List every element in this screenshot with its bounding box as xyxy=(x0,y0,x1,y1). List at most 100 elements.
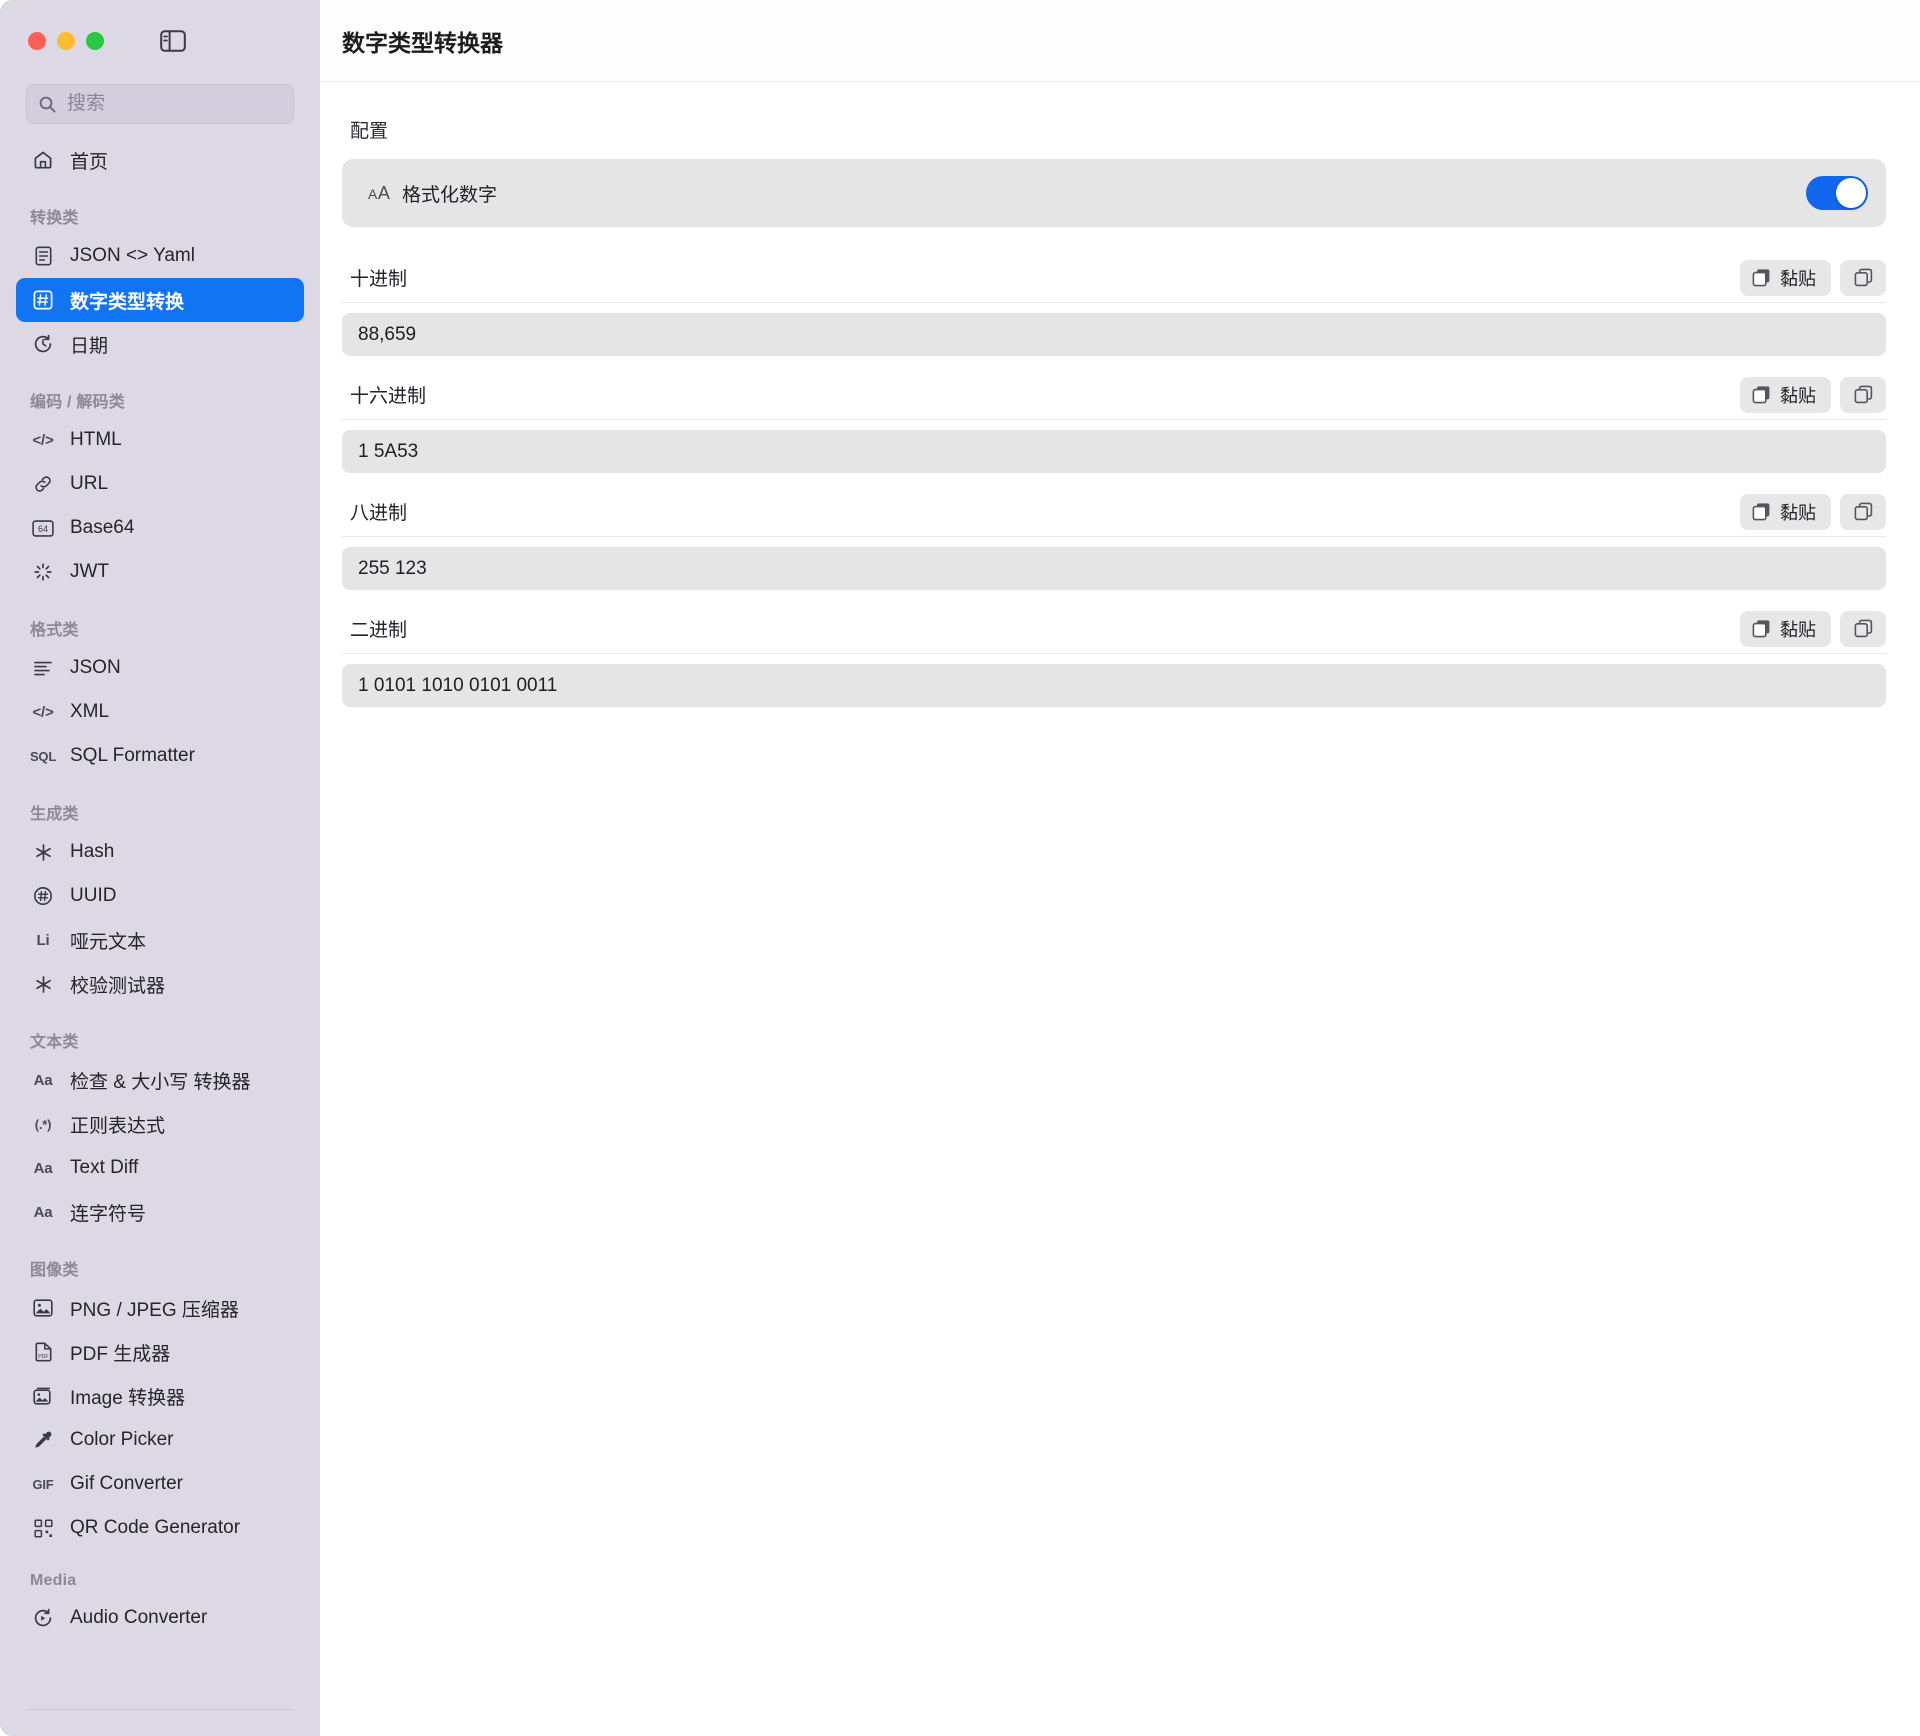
sidebar-item-text-diff[interactable]: Aa Text Diff xyxy=(16,1146,304,1190)
clock-rotate-icon xyxy=(30,334,56,354)
spinner-icon xyxy=(30,562,56,582)
sidebar-item-image-converter[interactable]: Image 转换器 xyxy=(16,1374,304,1418)
aa-text-icon: Aa xyxy=(33,1071,53,1089)
sidebar-item-gif-converter[interactable]: GIF Gif Converter xyxy=(16,1462,304,1506)
paste-button-hexadecimal[interactable]: 黏贴 xyxy=(1740,376,1831,413)
paste-icon xyxy=(1752,268,1771,287)
search-input[interactable] xyxy=(67,93,281,115)
sidebar-item-lorem-ipsum[interactable]: Li 哑元文本 xyxy=(16,918,304,962)
conversion-actions: 黏贴 xyxy=(1740,493,1886,530)
conversion-value-binary[interactable]: 1 0101 1010 0101 0011 xyxy=(342,664,1886,707)
sidebar-item-xml[interactable]: </> XML xyxy=(16,690,304,734)
sidebar-toggle-icon[interactable] xyxy=(158,28,188,54)
search-box[interactable] xyxy=(26,84,294,124)
code-brackets-icon: </> xyxy=(32,431,54,449)
sidebar-item-json-yaml[interactable]: JSON <> Yaml xyxy=(16,234,304,278)
content-area: 配置 AA 格式化数字 十进制 黏贴 88,659 十六进制 黏贴 1 5A53… xyxy=(320,82,1920,1736)
sidebar-item-json[interactable]: JSON xyxy=(16,646,304,690)
svg-text:PDF: PDF xyxy=(38,1354,48,1360)
copy-button-decimal[interactable] xyxy=(1840,259,1886,296)
conversion-header: 八进制 黏贴 xyxy=(342,487,1886,537)
paste-button-octal[interactable]: 黏贴 xyxy=(1740,493,1831,530)
sidebar-item-html[interactable]: </> HTML xyxy=(16,418,304,462)
sidebar-item-label: SQL Formatter xyxy=(70,745,195,766)
copy-icon xyxy=(1854,385,1873,404)
sidebar-item-home[interactable]: 首页 xyxy=(16,138,304,182)
sidebar-section-title: 文本类 xyxy=(30,1034,79,1051)
conversion-row-binary: 二进制 黏贴 1 0101 1010 0101 0011 xyxy=(342,604,1886,707)
asterisk-icon xyxy=(30,975,56,994)
asterisk-icon xyxy=(30,843,56,862)
conversion-header: 十进制 黏贴 xyxy=(342,253,1886,303)
sidebar-item-base64[interactable]: 64 Base64 xyxy=(16,506,304,550)
sidebar-item-color-picker[interactable]: Color Picker xyxy=(16,1418,304,1462)
sidebar-divider xyxy=(26,1709,294,1710)
lorem-text-icon: Li xyxy=(36,931,50,949)
conversion-value-decimal[interactable]: 88,659 xyxy=(342,313,1886,356)
sidebar-item-hash[interactable]: Hash xyxy=(16,830,304,874)
sidebar-section-title: 转换类 xyxy=(30,210,79,227)
sidebar-item-url[interactable]: URL xyxy=(16,462,304,506)
close-button[interactable] xyxy=(28,32,46,50)
image-convert-icon xyxy=(30,1387,56,1405)
toggle-knob xyxy=(1836,178,1866,208)
sidebar-item-image-compressor[interactable]: PNG / JPEG 压缩器 xyxy=(16,1286,304,1330)
sidebar-item-regex[interactable]: (.*) 正则表达式 xyxy=(16,1102,304,1146)
copy-button-hexadecimal[interactable] xyxy=(1840,376,1886,413)
sidebar-item-jwt[interactable]: JWT xyxy=(16,550,304,594)
conversion-value-hexadecimal[interactable]: 1 5A53 xyxy=(342,430,1886,473)
copy-button-binary[interactable] xyxy=(1840,610,1886,647)
paste-icon xyxy=(1752,619,1771,638)
conversion-value-octal[interactable]: 255 123 xyxy=(342,547,1886,590)
link-icon xyxy=(30,474,56,494)
paste-button-label: 黏贴 xyxy=(1780,385,1816,406)
paste-button-binary[interactable]: 黏贴 xyxy=(1740,610,1831,647)
conversion-header: 十六进制 黏贴 xyxy=(342,370,1886,420)
sidebar-item-label: JWT xyxy=(70,561,110,582)
sidebar-item-label: 连字符号 xyxy=(70,1203,147,1225)
sidebar-item-label: 哑元文本 xyxy=(70,931,147,953)
paste-icon xyxy=(1752,502,1771,521)
paste-button-label: 黏贴 xyxy=(1780,268,1816,289)
circled-hash-icon xyxy=(30,886,56,906)
sidebar-item-sql-formatter[interactable]: SQL SQL Formatter xyxy=(16,734,304,778)
sidebar-item-label: JSON xyxy=(70,657,121,678)
sidebar-item-label: Gif Converter xyxy=(70,1473,183,1494)
sidebar-item-date[interactable]: 日期 xyxy=(16,322,304,366)
audio-rotate-icon xyxy=(30,1608,56,1628)
hash-box-icon xyxy=(30,290,56,310)
sidebar-item-uuid[interactable]: UUID xyxy=(16,874,304,918)
sidebar-item-qr-code-generator[interactable]: QR Code Generator xyxy=(16,1506,304,1550)
sidebar-item-label: HTML xyxy=(70,429,122,450)
paste-icon xyxy=(1752,385,1771,404)
sidebar-item-label: 首页 xyxy=(70,151,109,173)
sidebar-item-number-converter[interactable]: 数字类型转换 xyxy=(16,278,304,322)
conversion-header: 二进制 黏贴 xyxy=(342,604,1886,654)
conversion-actions: 黏贴 xyxy=(1740,259,1886,296)
sidebar-item-label: 检查 & 大小写 转换器 xyxy=(70,1071,251,1093)
aa-text-icon: Aa xyxy=(33,1203,53,1221)
sidebar-item-label: UUID xyxy=(70,885,117,906)
sidebar-item-hyphenation[interactable]: Aa 连字符号 xyxy=(16,1190,304,1234)
sidebar-item-pdf-generator[interactable]: PDF PDF 生成器 xyxy=(16,1330,304,1374)
sidebar-item-checksum-tester[interactable]: 校验测试器 xyxy=(16,962,304,1006)
copy-button-octal[interactable] xyxy=(1840,493,1886,530)
document-icon xyxy=(30,246,56,266)
app-window: 首页 转换类 JSON <> Yaml xyxy=(0,0,1920,1736)
pdf-file-icon: PDF xyxy=(30,1342,56,1362)
text-lines-icon xyxy=(30,660,56,677)
copy-icon xyxy=(1854,268,1873,287)
sidebar-item-case-converter[interactable]: Aa 检查 & 大小写 转换器 xyxy=(16,1058,304,1102)
paste-button-decimal[interactable]: 黏贴 xyxy=(1740,259,1831,296)
zoom-button[interactable] xyxy=(86,32,104,50)
sidebar-item-label: QR Code Generator xyxy=(70,1517,241,1538)
sidebar-item-label: 日期 xyxy=(70,335,109,357)
image-icon xyxy=(30,1299,56,1317)
minimize-button[interactable] xyxy=(57,32,75,50)
format-numbers-toggle[interactable] xyxy=(1806,176,1868,210)
gif-text-icon: GIF xyxy=(32,1476,54,1492)
sidebar: 首页 转换类 JSON <> Yaml xyxy=(0,0,320,1736)
sidebar-item-label: Image 转换器 xyxy=(70,1387,186,1409)
page-title: 数字类型转换器 xyxy=(342,29,503,56)
sidebar-item-audio-converter[interactable]: Audio Converter xyxy=(16,1596,304,1640)
